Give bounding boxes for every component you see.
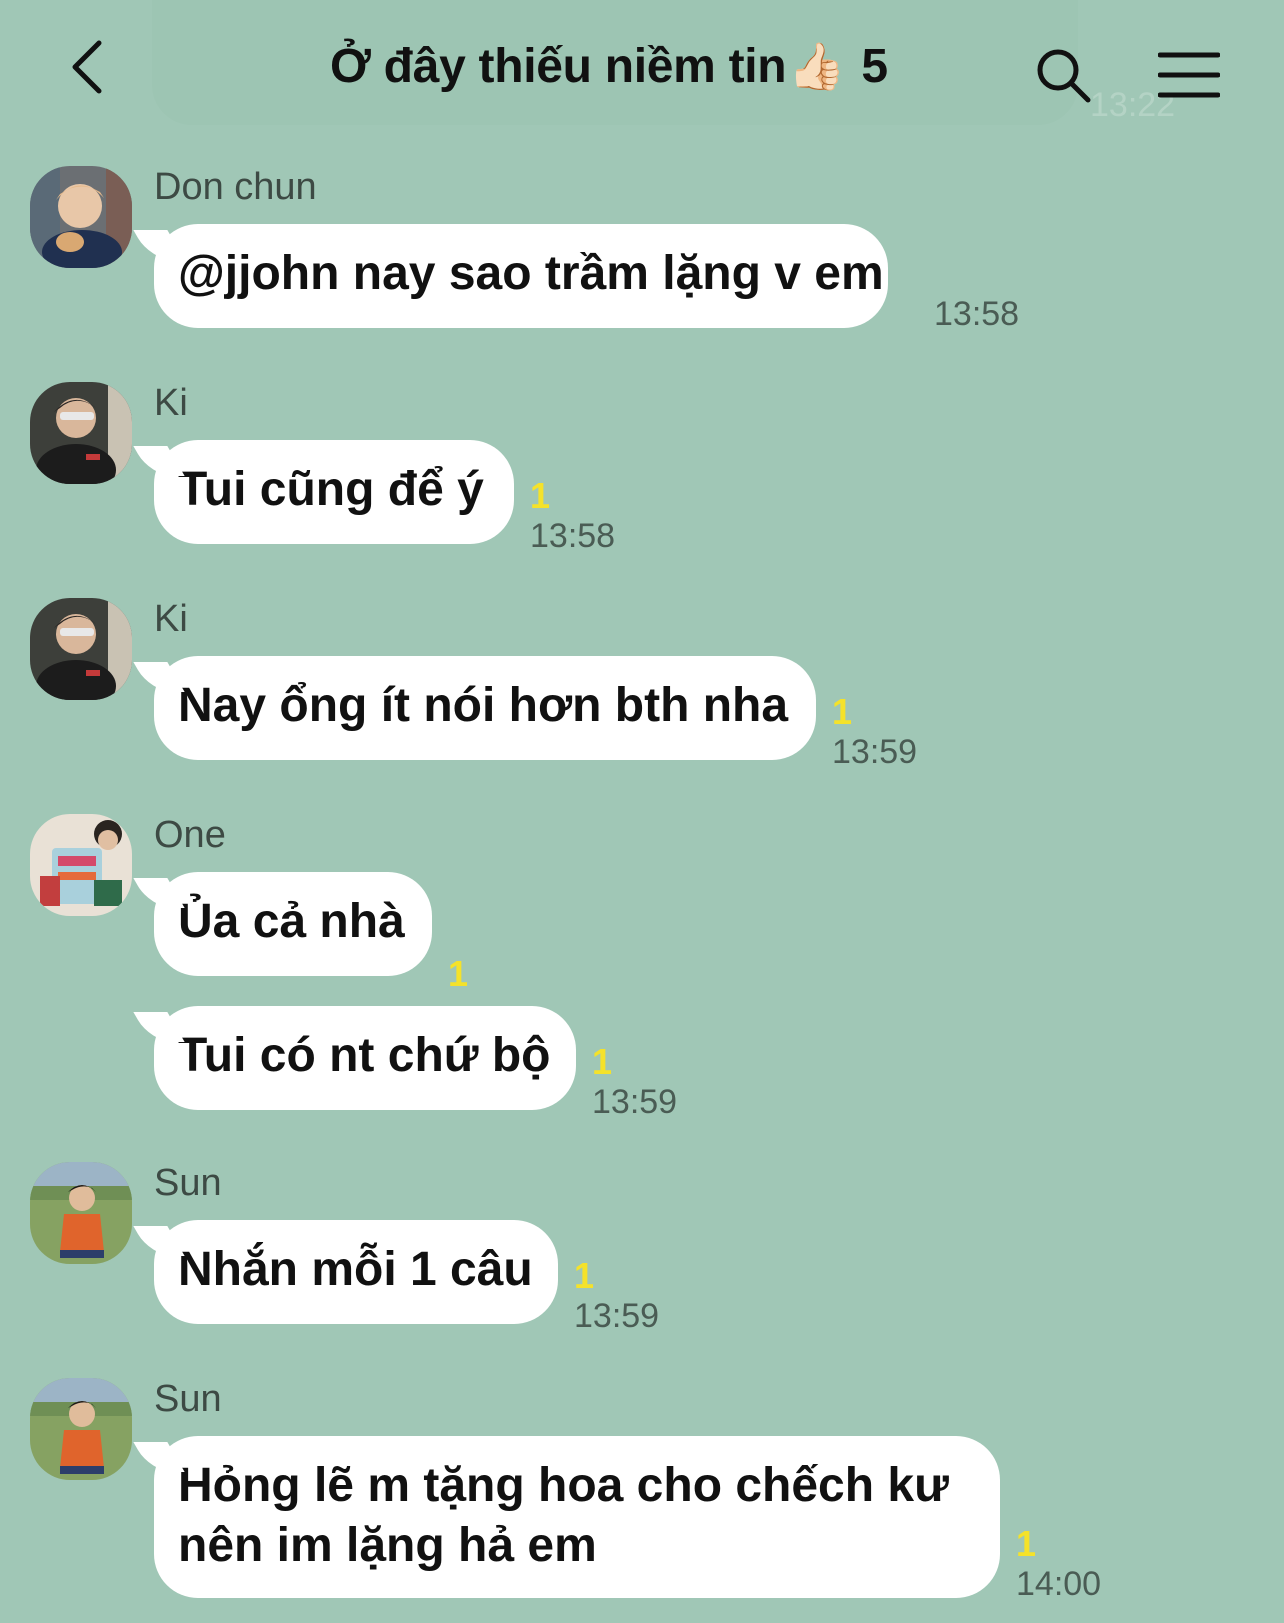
message-text-line: Hỏng lẽ m tặng hoa cho chếch kư	[178, 1459, 949, 1512]
message-bubble[interactable]: @jjohn nay sao trầm lặng v em	[154, 224, 888, 328]
message-meta: 1	[448, 954, 468, 994]
thumbs-up-emoji: 👍🏻	[788, 39, 846, 92]
avatar-image	[30, 1378, 132, 1480]
message-text: Tui cũng để ý	[178, 463, 484, 516]
avatar-image	[30, 814, 132, 916]
avatar-image	[30, 598, 132, 700]
message-time: 13:59	[574, 1297, 660, 1335]
avatar-one[interactable]	[30, 814, 132, 916]
avatar-image	[30, 1162, 132, 1264]
message-bubble[interactable]: Nhắn mỗi 1 câu	[154, 1220, 558, 1324]
message-meta: 1 13:59	[832, 692, 917, 772]
message-text: Nay ổng ít nói hơn bth nha	[178, 679, 789, 732]
message-meta: 1 13:59	[574, 1256, 659, 1336]
message-meta: 1 13:58	[530, 476, 615, 556]
avatar-ki[interactable]	[30, 598, 132, 700]
message-text: Tui có nt chứ bộ	[178, 1029, 551, 1082]
avatar-sun[interactable]	[30, 1378, 132, 1480]
unread-count: 1	[1016, 1523, 1037, 1564]
search-icon	[1037, 49, 1091, 103]
avatar-image	[30, 166, 132, 268]
message-bubble[interactable]: Tui cũng để ý	[154, 440, 514, 544]
chat-title-text: Ở đây thiếu niềm tin	[330, 39, 787, 93]
message-meta: 13:58	[934, 294, 1019, 334]
sender-name: Sun	[154, 1162, 222, 1204]
sender-name: Ki	[154, 598, 188, 640]
avatar-don-chun[interactable]	[30, 166, 132, 268]
avatar-ki[interactable]	[30, 382, 132, 484]
back-button[interactable]	[62, 32, 112, 102]
message-bubble[interactable]: Tui có nt chứ bộ	[154, 1006, 576, 1110]
message-time: 13:59	[592, 1083, 678, 1121]
message-meta: 1 13:59	[592, 1042, 677, 1122]
message-bubble[interactable]: Ủa cả nhà	[154, 872, 432, 976]
menu-icon	[1157, 52, 1221, 98]
message-time: 13:59	[832, 733, 918, 771]
message-time: 13:58	[530, 517, 616, 555]
message-time: 14:00	[1016, 1565, 1102, 1603]
member-count: 5	[861, 39, 888, 93]
sender-name: One	[154, 814, 226, 856]
sender-name: Don chun	[154, 166, 317, 208]
message-time: 13:58	[934, 295, 1020, 333]
unread-count: 1	[448, 953, 469, 994]
message-text: Ủa cả nhà	[178, 895, 405, 948]
message-meta: 1 14:00	[1016, 1524, 1101, 1604]
message-bubble[interactable]: Hỏng lẽ m tặng hoa cho chếch kư nên im l…	[154, 1436, 1000, 1598]
avatar-sun[interactable]	[30, 1162, 132, 1264]
search-button[interactable]	[1034, 46, 1094, 106]
message-text-line: nên im lặng hả em	[178, 1519, 597, 1572]
message-bubble[interactable]: Nay ổng ít nói hơn bth nha	[154, 656, 816, 760]
unread-count: 1	[592, 1041, 613, 1082]
chat-title[interactable]: Ở đây thiếu niềm tin 👍🏻 5	[330, 36, 888, 96]
sender-name: Ki	[154, 382, 188, 424]
sender-name: Sun	[154, 1378, 222, 1420]
avatar-image	[30, 382, 132, 484]
chevron-left-icon	[72, 40, 102, 94]
chat-header: Ở đây thiếu niềm tin 👍🏻 5 13:22	[0, 0, 1284, 135]
message-text: Nhắn mỗi 1 câu	[178, 1243, 533, 1296]
unread-count: 1	[530, 475, 551, 516]
message-text: @jjohn nay sao trầm lặng v em	[178, 247, 884, 300]
unread-count: 1	[574, 1255, 595, 1296]
menu-button[interactable]	[1157, 50, 1221, 100]
unread-count: 1	[832, 691, 853, 732]
